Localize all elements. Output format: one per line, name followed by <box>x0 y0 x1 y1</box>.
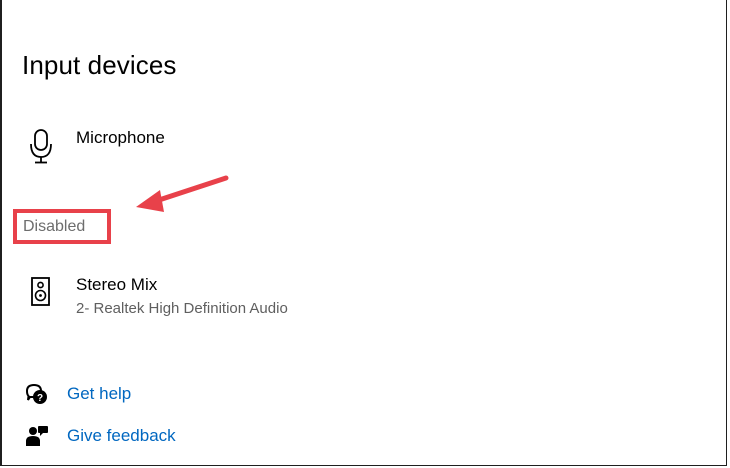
svg-text:?: ? <box>37 393 43 404</box>
device-subtitle: 2- Realtek High Definition Audio <box>76 300 288 317</box>
device-name: Stereo Mix <box>76 275 158 294</box>
annotation-arrow-icon <box>136 175 229 212</box>
page-title: Input devices <box>22 50 177 80</box>
feedback-person-icon <box>24 423 50 449</box>
microphone-icon <box>26 127 56 167</box>
give-feedback-link[interactable]: Give feedback <box>24 423 176 449</box>
help-chat-icon: ? <box>24 381 50 407</box>
get-help-link[interactable]: ? Get help <box>24 381 131 407</box>
disabled-section-label: Disabled <box>13 209 111 244</box>
give-feedback-label[interactable]: Give feedback <box>67 426 176 446</box>
device-microphone[interactable]: Microphone <box>26 127 165 167</box>
get-help-label[interactable]: Get help <box>67 384 131 404</box>
disabled-label-text: Disabled <box>23 217 86 235</box>
device-stereo-mix[interactable]: Stereo Mix 2- Realtek High Definition Au… <box>26 274 288 320</box>
device-name: Microphone <box>76 128 165 147</box>
speaker-icon <box>26 274 56 314</box>
